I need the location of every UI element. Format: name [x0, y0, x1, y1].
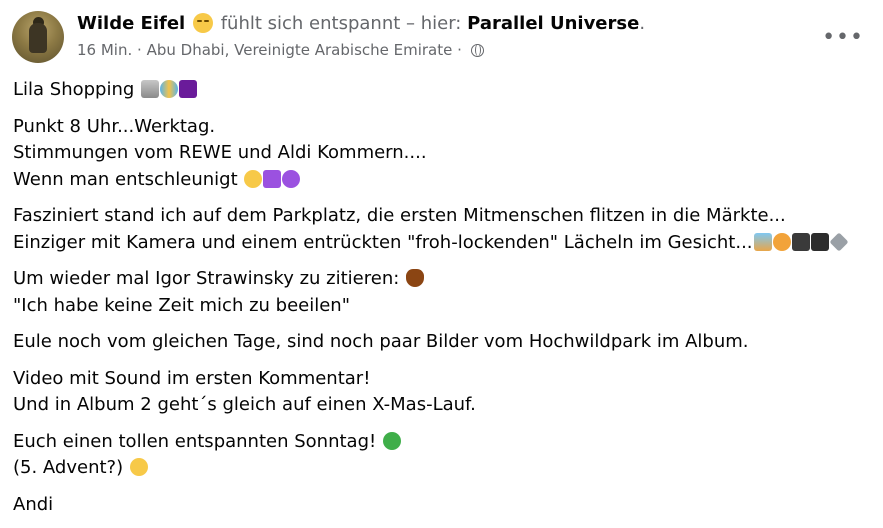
paragraph-7: Euch einen tollen entspannten Sonntag! (… [13, 429, 873, 482]
text-line: Euch einen tollen entspannten Sonntag! [13, 430, 377, 452]
butterfly-icon [160, 80, 179, 98]
post-meta: 16 Min. · Abu Dhabi, Vereinigte Arabisch… [77, 40, 484, 60]
text-line: Und in Album 2 geht´s gleich auf einen X… [13, 394, 476, 415]
purple-night-icon [179, 80, 198, 98]
text-line: (5. Advent?) [13, 457, 124, 478]
grinning-face-icon [244, 169, 263, 188]
more-options-button[interactable]: ••• [822, 25, 864, 50]
text-line: "Ich habe keine Zeit mich zu beeilen" [13, 294, 350, 316]
picture-icon [753, 232, 772, 251]
violin-icon [406, 269, 425, 287]
text-line: Wenn man entschleunigt [13, 168, 238, 190]
text-line: Um wieder mal Igor Strawinsky zu zitiere… [13, 268, 400, 289]
post-title-line: Wilde Eifel fühlt sich entspannt – hier:… [77, 12, 645, 36]
post-body: Lila Shopping Punkt 8 Uhr...Werktag. Sti… [13, 77, 873, 528]
lion-face-icon [772, 232, 791, 251]
relieved-face-icon [192, 13, 213, 33]
text-line: Fasziniert stand ich auf dem Parkplatz, … [13, 205, 786, 226]
post-header: Wilde Eifel fühlt sich entspannt – hier:… [12, 11, 872, 65]
globe-icon[interactable] [470, 44, 484, 57]
place-suffix: . [639, 13, 646, 34]
signature: Andi [13, 493, 54, 515]
paragraph-3: Fasziniert stand ich auf dem Parkplatz, … [13, 203, 873, 256]
post-location[interactable]: Abu Dhabi, Vereinigte Arabische Emirate [147, 41, 453, 59]
meta-separator-2: · [457, 41, 462, 59]
purple-flower-icon [282, 169, 301, 188]
paragraph-1: Lila Shopping [13, 77, 873, 104]
paragraph-4: Um wieder mal Igor Strawinsky zu zitiere… [13, 266, 873, 319]
diamond-icon [828, 231, 849, 252]
shopping-cart-icon [141, 80, 160, 98]
meta-separator: · [137, 41, 142, 59]
paragraph-5: Eule noch vom gleichen Tage, sind noch p… [13, 329, 873, 356]
paragraph-6: Video mit Sound im ersten Kommentar! Und… [13, 366, 873, 419]
avatar[interactable] [12, 11, 64, 63]
author-name[interactable]: Wilde Eifel [77, 13, 185, 34]
text-line: Video mit Sound im ersten Kommentar! [13, 367, 371, 389]
grinning-face-icon [129, 458, 148, 476]
camera-icon [791, 232, 810, 251]
avatar-figure [29, 23, 47, 53]
text-line: Lila Shopping [13, 79, 135, 100]
paragraph-2: Punkt 8 Uhr...Werktag. Stimmungen vom RE… [13, 114, 873, 194]
four-leaf-clover-icon [382, 431, 401, 450]
paragraph-8: Andi [13, 492, 873, 519]
text-line: Eule noch vom gleichen Tage, sind noch p… [13, 331, 749, 352]
place-link[interactable]: Parallel Universe [467, 13, 639, 34]
om-symbol-icon [263, 169, 282, 188]
movie-camera-icon [810, 232, 829, 251]
post-time[interactable]: 16 Min. [77, 41, 132, 59]
text-line: Stimmungen vom REWE und Aldi Kommern.... [13, 142, 427, 163]
feeling-text: fühlt sich entspannt – hier: [220, 13, 462, 34]
text-line: Punkt 8 Uhr...Werktag. [13, 115, 216, 137]
text-line: Einziger mit Kamera und einem entrückten… [13, 231, 753, 253]
